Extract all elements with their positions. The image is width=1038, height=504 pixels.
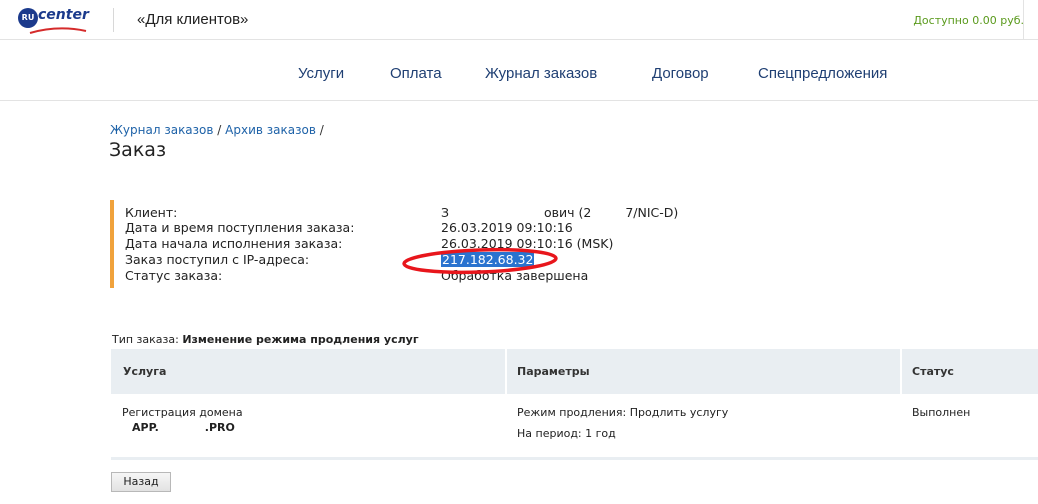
ru-center-logo[interactable]: RU center	[18, 6, 89, 34]
info-label-received-time: Дата и время поступления заказа:	[125, 220, 355, 235]
nav-item-contract[interactable]: Договор	[652, 65, 709, 82]
breadcrumb-separator: /	[217, 123, 222, 137]
info-label-client: Клиент:	[125, 205, 178, 220]
info-value-received-time: 26.03.2019 09:10:16	[441, 220, 573, 235]
top-bar: RU center «Для клиентов» Доступно 0.00 р…	[0, 0, 1038, 40]
table-row: Регистрация домена APP. .PRO Режим продле…	[111, 394, 1038, 460]
balance-indicator[interactable]: Доступно 0.00 руб.	[913, 14, 1024, 27]
info-label-start-time: Дата начала исполнения заказа:	[125, 236, 343, 251]
param-period: На период: 1 год	[517, 427, 616, 440]
column-separator	[900, 349, 902, 394]
info-value-status: Обработка завершена	[441, 268, 589, 283]
client-nic-handle: 7/NIC-D)	[625, 205, 679, 220]
column-separator	[505, 349, 507, 394]
column-header-status: Статус	[912, 365, 954, 378]
logo-swoosh-icon	[29, 27, 87, 34]
order-type: Тип заказа: Изменение режима продления у…	[112, 333, 419, 346]
client-title: «Для клиентов»	[137, 11, 249, 28]
order-info-block: Клиент: Дата и время поступления заказа:…	[110, 200, 810, 288]
info-value-client: Зович (2 7/NIC-D)	[441, 205, 678, 220]
order-type-label: Тип заказа:	[112, 333, 179, 346]
param-renewal-mode: Режим продления: Продлить услугу	[517, 406, 729, 419]
breadcrumb-separator: /	[319, 123, 324, 137]
nav-item-order-log[interactable]: Журнал заказов	[485, 65, 597, 82]
breadcrumb-order-log[interactable]: Журнал заказов	[110, 123, 213, 137]
column-header-parameters: Параметры	[517, 365, 590, 378]
service-status: Выполнен	[912, 406, 971, 419]
info-label-status: Статус заказа:	[125, 268, 223, 283]
client-name-mid: ович (2	[544, 205, 592, 220]
back-button[interactable]: Назад	[111, 472, 171, 492]
info-value-start-time: 26.03.2019 09:10:16 (MSK)	[441, 236, 614, 251]
page-title: Заказ	[109, 139, 167, 161]
breadcrumb: Журнал заказов / Архив заказов /	[110, 123, 324, 137]
info-label-ip: Заказ поступил с IP-адреса:	[125, 252, 310, 267]
logo-badge: RU	[18, 8, 38, 28]
domain-name: APP. .PRO	[132, 421, 235, 434]
domain-name-end: .PRO	[204, 421, 235, 434]
client-name-start: З	[441, 205, 450, 220]
ip-address-selected[interactable]: 217.182.68.32	[441, 252, 535, 267]
info-value-ip: 217.182.68.32	[441, 252, 535, 267]
service-name: Регистрация домена	[122, 406, 243, 419]
header-divider	[113, 8, 114, 32]
table-header: Услуга Параметры Статус	[111, 349, 1038, 394]
main-nav: Услуги Оплата Журнал заказов Договор Спе…	[0, 40, 1038, 101]
column-header-service: Услуга	[123, 365, 167, 378]
header-right-divider	[1023, 0, 1024, 40]
domain-name-start: APP.	[132, 421, 159, 434]
nav-item-payment[interactable]: Оплата	[390, 65, 442, 82]
services-table: Услуга Параметры Статус Регистрация доме…	[111, 349, 1038, 460]
nav-item-special-offers[interactable]: Спецпредложения	[758, 65, 887, 82]
nav-item-services[interactable]: Услуги	[298, 65, 344, 82]
logo-text: center	[38, 7, 89, 23]
breadcrumb-archive[interactable]: Архив заказов	[225, 123, 316, 137]
order-type-value: Изменение режима продления услуг	[182, 333, 419, 346]
